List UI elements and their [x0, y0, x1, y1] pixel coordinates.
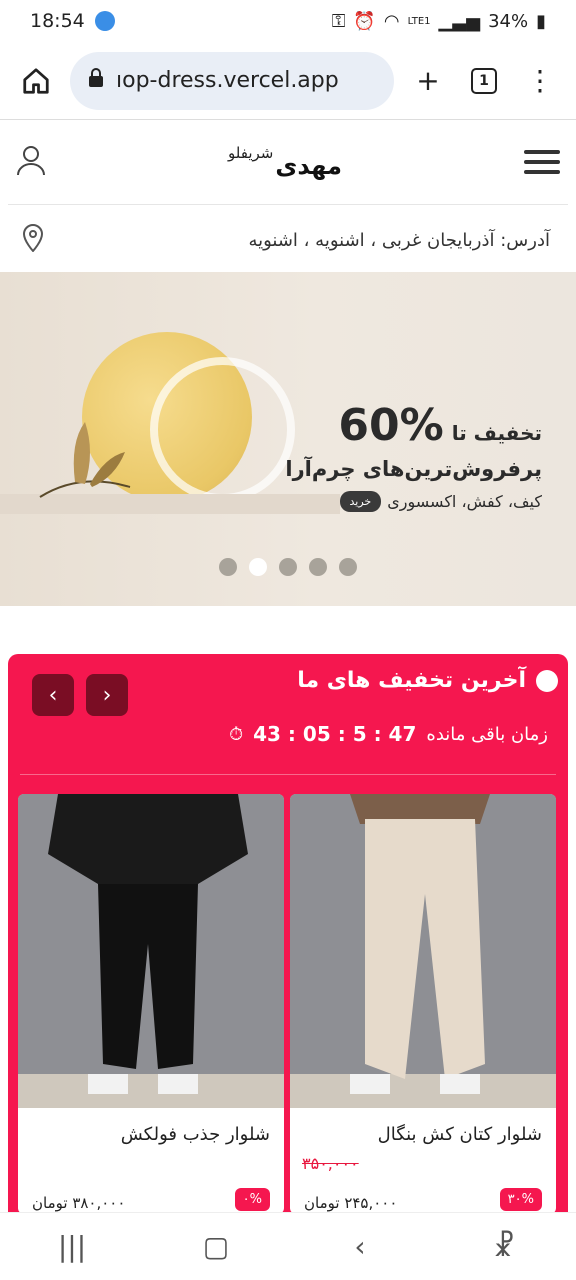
- recent-apps-icon[interactable]: |||: [42, 1230, 102, 1263]
- product-name: شلوار کتان کش بنگال: [377, 1124, 542, 1145]
- tab-count: 1: [471, 67, 497, 94]
- banner-subtitle: کیف، کفش، اکسسوری: [387, 492, 542, 511]
- timer-label: زمان باقی مانده: [426, 723, 548, 745]
- product-image[interactable]: [290, 794, 556, 1108]
- carousel-dot[interactable]: [339, 558, 357, 576]
- header-divider: [8, 204, 568, 205]
- tabs-button[interactable]: 1: [462, 59, 506, 103]
- deals-divider: [20, 774, 556, 775]
- battery-icon: ▮: [536, 10, 546, 32]
- next-arrow-button[interactable]: ›: [86, 674, 128, 716]
- status-time: 18:54: [30, 10, 85, 32]
- promo-banner[interactable]: تخفیف تا 60% پرفروش‌ترین‌های چرم‌آرا کیف…: [0, 272, 576, 606]
- brand-logo[interactable]: مهدی شریفلو: [228, 144, 342, 180]
- hamburger-menu-icon[interactable]: [523, 150, 560, 174]
- product-price: ۳۸۰,۰۰۰ تومان: [32, 1194, 126, 1212]
- banner-glass-ring: [150, 357, 295, 502]
- url-bar[interactable]: ıop-dress.vercel.app: [70, 51, 394, 110]
- network-label: LTE1: [407, 15, 431, 27]
- address-text: آدرس: آذربایجان غربی ، اشنویه ، اشنویه: [248, 229, 550, 251]
- menu-dots-icon[interactable]: ⋮: [518, 59, 562, 103]
- carousel-dot[interactable]: [219, 558, 237, 576]
- key-icon: ⚿: [331, 10, 346, 32]
- status-bar: 18:54 ⚿ ⏰ ◠ LTE1 ▁▃▅ 34% ▮: [0, 0, 576, 42]
- url-text: ıop-dress.vercel.app: [116, 68, 339, 93]
- banner-title: پرفروش‌ترین‌های چرم‌آرا: [285, 457, 542, 481]
- leaf-icon: [39, 422, 131, 498]
- alarm-icon: ⏰: [353, 10, 376, 32]
- product-image[interactable]: [18, 794, 284, 1108]
- banner-cta-button[interactable]: خرید: [339, 491, 382, 512]
- back-icon[interactable]: ‹: [330, 1230, 390, 1263]
- timer-value: 47 : 5 : 05 : 43: [253, 722, 417, 746]
- site-header: مهدی شریفلو: [0, 121, 576, 203]
- deals-circle-icon: [536, 669, 558, 692]
- lock-icon: [88, 67, 104, 94]
- home-icon[interactable]: [14, 59, 58, 103]
- banner-discount-prefix: تخفیف تا: [451, 421, 542, 445]
- product-card[interactable]: شلوار کتان کش بنگال ۳۵۰,۰۰۰ ۲۴۵,۰۰۰ توما…: [290, 794, 556, 1214]
- discount-badge: ۳۰%: [499, 1188, 542, 1211]
- carousel-dot[interactable]: [279, 558, 297, 576]
- system-nav-bar: ||| ▢ ‹ ☧: [0, 1212, 576, 1280]
- battery-label: 34%: [488, 10, 529, 32]
- brand-main: مهدی: [275, 152, 342, 180]
- location-pin-icon: [22, 223, 44, 256]
- product-old-price: ۳۵۰,۰۰۰: [302, 1154, 359, 1173]
- banner-percent: 60%: [338, 400, 444, 451]
- brand-sub: شریفلو: [228, 144, 274, 162]
- carousel-dot-active[interactable]: [249, 558, 267, 576]
- countdown-timer: زمان باقی مانده 47 : 5 : 05 : 43 ⏱: [229, 722, 548, 746]
- home-button-icon[interactable]: ▢: [186, 1230, 246, 1263]
- sync-icon: [94, 11, 115, 31]
- prev-arrow-button[interactable]: ‹: [32, 674, 74, 716]
- new-tab-icon[interactable]: +: [406, 59, 450, 103]
- signal-icon: ▁▃▅: [438, 10, 481, 32]
- deals-section: آخرین تخفیف های ما ‹ › زمان باقی مانده 4…: [8, 654, 568, 1214]
- deals-title: آخرین تخفیف های ما: [297, 668, 526, 693]
- product-name: شلوار جذب فولکش: [120, 1124, 270, 1145]
- user-icon[interactable]: [16, 144, 46, 180]
- discount-badge: ۰%: [234, 1188, 270, 1211]
- carousel-dots: [0, 558, 576, 576]
- browser-toolbar: ıop-dress.vercel.app + 1 ⋮: [0, 42, 576, 120]
- wifi-icon: ◠: [383, 10, 400, 32]
- address-row[interactable]: آدرس: آذربایجان غربی ، اشنویه ، اشنویه: [0, 210, 576, 270]
- product-price: ۲۴۵,۰۰۰ تومان: [304, 1194, 398, 1212]
- timer-icon: ⏱: [229, 723, 244, 745]
- accessibility-icon[interactable]: ☧: [474, 1230, 534, 1263]
- carousel-dot[interactable]: [309, 558, 327, 576]
- product-card[interactable]: شلوار جذب فولکش ۳۸۰,۰۰۰ تومان ۰%: [18, 794, 284, 1214]
- banner-text: تخفیف تا 60% پرفروش‌ترین‌های چرم‌آرا کیف…: [285, 400, 542, 512]
